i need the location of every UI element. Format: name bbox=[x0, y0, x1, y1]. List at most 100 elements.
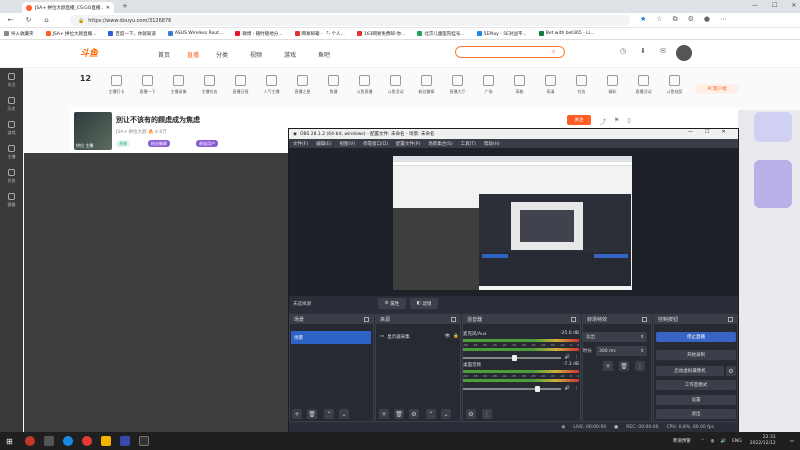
category-item[interactable]: 鱼塘 bbox=[318, 70, 349, 106]
dock-float-icon[interactable] bbox=[642, 317, 647, 322]
sidebar-item[interactable]: 任务 bbox=[0, 164, 23, 188]
exit-button[interactable]: 退出 bbox=[656, 409, 736, 419]
obs-maximize-icon[interactable]: ☐ bbox=[705, 129, 709, 135]
category-item[interactable]: 直播日报 bbox=[225, 70, 256, 106]
event-badge-icon[interactable] bbox=[754, 112, 792, 142]
room-tag[interactable]: 直播 bbox=[116, 140, 130, 147]
source-up-icon[interactable]: ⌃ bbox=[426, 409, 436, 419]
mixer-menu-icon[interactable]: ⋮ bbox=[575, 386, 580, 391]
phone-icon[interactable]: ▯ bbox=[627, 117, 630, 126]
settings-button[interactable]: 设置 bbox=[656, 395, 736, 405]
nav-video[interactable]: 视频 bbox=[250, 50, 262, 59]
source-down-icon[interactable]: ⌄ bbox=[441, 409, 451, 419]
remove-source-icon[interactable]: 🗑 bbox=[394, 409, 404, 419]
category-item[interactable]: 主播任务 bbox=[194, 70, 225, 106]
lock-icon[interactable]: 🔒 bbox=[453, 334, 459, 339]
refresh-icon[interactable]: ↻ bbox=[24, 16, 33, 25]
category-item[interactable]: 斗鱼直播 bbox=[349, 70, 380, 106]
follow-button[interactable]: 关注 bbox=[567, 115, 591, 125]
follow-count[interactable]: 12 bbox=[70, 70, 101, 106]
share-icon[interactable]: ⤴ bbox=[600, 117, 606, 126]
weather-alert[interactable]: 寒潮预警 bbox=[673, 438, 691, 444]
scene-item[interactable]: 场景 bbox=[291, 331, 371, 344]
obs-taskbar-icon[interactable] bbox=[138, 436, 149, 446]
event-banner-icon[interactable] bbox=[754, 160, 792, 208]
edge-browser-icon[interactable] bbox=[62, 436, 73, 446]
bookmark-item[interactable]: 163网易免费邮-你... bbox=[356, 31, 405, 37]
dock-float-icon[interactable] bbox=[571, 317, 576, 322]
room-tag[interactable]: 粉丝徽章 bbox=[148, 140, 170, 147]
bookmark-item[interactable]: Bet with bet365 - Li... bbox=[538, 31, 594, 36]
audio-settings-icon[interactable]: ⚙ bbox=[466, 409, 476, 419]
windows-start-icon[interactable]: ⊞ bbox=[6, 437, 13, 446]
nav-game[interactable]: 游戏 bbox=[284, 50, 296, 59]
dock-float-icon[interactable] bbox=[728, 317, 733, 322]
bookmark-item[interactable]: 百度一下，你就知道 bbox=[108, 31, 156, 37]
properties-button[interactable]: ⚙ 属性 bbox=[378, 298, 406, 309]
filters-button[interactable]: ◧ 滤镜 bbox=[410, 298, 438, 309]
file-explorer-icon[interactable] bbox=[100, 436, 111, 446]
add-scene-icon[interactable]: + bbox=[292, 409, 302, 419]
streamer-name[interactable]: JSA+ 拼位大颜 bbox=[116, 130, 147, 135]
obs-menu-item[interactable]: 文件(F) bbox=[293, 141, 308, 147]
visibility-eye-icon[interactable]: 👁 bbox=[445, 334, 451, 339]
maximize-icon[interactable]: ☐ bbox=[772, 2, 777, 9]
nav-home[interactable]: 首页 bbox=[158, 50, 170, 59]
category-item[interactable]: 斗鱼活动 bbox=[380, 70, 411, 106]
add-transition-icon[interactable]: + bbox=[603, 361, 613, 371]
more-icon[interactable]: ⋯ bbox=[720, 15, 727, 24]
history-icon[interactable]: ◷ bbox=[620, 47, 626, 55]
close-icon[interactable]: ✕ bbox=[791, 2, 796, 9]
user-avatar[interactable] bbox=[676, 45, 692, 61]
add-source-icon[interactable]: + bbox=[379, 409, 389, 419]
favorite-star-icon[interactable]: ★ bbox=[640, 15, 646, 24]
remove-transition-icon[interactable]: 🗑 bbox=[619, 361, 629, 371]
speaker-icon[interactable]: 🔊 bbox=[565, 386, 571, 391]
tray-chevron-icon[interactable]: ⌃ bbox=[701, 439, 705, 444]
close-tab-icon[interactable]: ✕ bbox=[106, 5, 110, 11]
extensions-icon[interactable]: ⚙ bbox=[688, 15, 694, 24]
transition-type[interactable]: 淡出 ⇕ bbox=[583, 332, 647, 342]
url-field[interactable]: 🔒 https://www.douyu.com/3126876 bbox=[70, 15, 630, 26]
mixer-more-icon[interactable]: ⋮ bbox=[482, 409, 492, 419]
sidebar-item[interactable]: 历史 bbox=[0, 92, 23, 116]
nav-yuba[interactable]: 鱼吧 bbox=[318, 50, 330, 59]
virtual-camera-settings-icon[interactable]: ⚙ bbox=[726, 366, 736, 376]
room-tag[interactable]: 贵族用户 bbox=[196, 140, 218, 147]
sidebar-item[interactable]: 主播 bbox=[0, 140, 23, 164]
obs-menu-item[interactable]: 停靠窗口(D) bbox=[363, 141, 388, 147]
report-icon[interactable]: ⚑ bbox=[614, 117, 619, 126]
volume-icon[interactable]: 🔊 bbox=[720, 439, 726, 444]
category-item[interactable]: 人气主播 bbox=[256, 70, 287, 106]
collections-icon[interactable]: ⧉ bbox=[673, 15, 678, 24]
virtual-camera-button[interactable]: 启动虚拟摄像机 bbox=[656, 366, 724, 376]
transition-menu-icon[interactable]: ⋮ bbox=[635, 361, 645, 371]
sidebar-item[interactable]: 关注 bbox=[0, 68, 23, 92]
profile-icon[interactable]: ● bbox=[704, 15, 710, 24]
nav-live[interactable]: 直播 bbox=[187, 50, 199, 59]
favorites-icon[interactable]: ☆ bbox=[656, 15, 662, 24]
category-item[interactable]: 高清 bbox=[535, 70, 566, 106]
volume-slider[interactable] bbox=[463, 385, 561, 392]
bookmark-item[interactable]: JSA+ 拼位大颜直播... bbox=[45, 31, 96, 37]
volume-slider[interactable] bbox=[463, 354, 561, 361]
bookmark-item[interactable]: 微博 - 随时随地分... bbox=[235, 31, 283, 37]
douyu-app-icon[interactable] bbox=[24, 436, 35, 446]
mixer-menu-icon[interactable]: ⋮ bbox=[575, 355, 580, 360]
pc-client-button[interactable]: PC客户端 bbox=[695, 84, 739, 94]
category-item[interactable]: 主播打卡 bbox=[101, 70, 132, 106]
message-icon[interactable]: ✉ bbox=[660, 47, 666, 55]
sidebar-item[interactable]: 游戏 bbox=[0, 116, 23, 140]
category-item[interactable]: 任务 bbox=[566, 70, 597, 106]
dock-float-icon[interactable] bbox=[451, 317, 456, 322]
category-item[interactable]: 主播录像 bbox=[163, 70, 194, 106]
category-item[interactable]: 精彩 bbox=[597, 70, 628, 106]
category-item[interactable]: 高能 bbox=[504, 70, 535, 106]
home-icon[interactable]: ⌂ bbox=[42, 16, 51, 25]
obs-menu-item[interactable]: 场景集合(S) bbox=[428, 141, 452, 147]
nav-category[interactable]: 分类 bbox=[216, 50, 228, 59]
category-item[interactable]: 粉丝徽章 bbox=[411, 70, 442, 106]
minimize-icon[interactable]: — bbox=[752, 2, 758, 9]
douyu-logo[interactable]: 斗鱼 bbox=[80, 46, 112, 60]
back-icon[interactable]: ← bbox=[6, 16, 15, 25]
